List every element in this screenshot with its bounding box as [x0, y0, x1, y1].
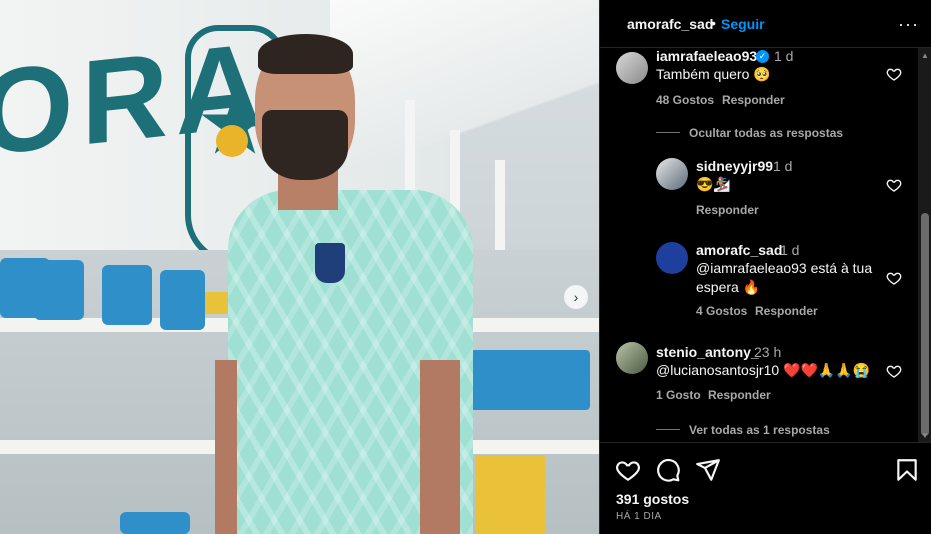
instagram-post-viewer: ORA › amorafc_sad • Seguir ··· iamrafael… — [0, 0, 931, 534]
next-image-button[interactable]: › — [564, 285, 588, 309]
comment-likes[interactable]: 48 Gostos — [656, 93, 714, 107]
stadium-seat — [34, 260, 84, 320]
post-actions-bar: 391 gostos HÁ 1 DIA — [600, 442, 931, 534]
scroll-down-arrow-icon[interactable]: ▼ — [921, 431, 929, 440]
post-header: amorafc_sad • Seguir ··· — [600, 0, 931, 48]
player-hair — [258, 34, 353, 74]
comment-likes[interactable]: 1 Gosto — [656, 388, 701, 402]
reply-button[interactable]: Responder — [755, 304, 818, 318]
comments-list[interactable]: iamrafaeleao93 ✓ 1 d Também quero 🥺 48 G… — [600, 48, 918, 442]
comment-text: @lucianosantosjr10 ❤️❤️🙏🙏😭 — [656, 362, 871, 378]
avatar[interactable] — [656, 242, 688, 274]
post-author-username[interactable]: amorafc_sad — [627, 16, 713, 32]
send-icon[interactable] — [695, 457, 721, 483]
comment-username[interactable]: amorafc_sad — [696, 242, 782, 258]
post-side-panel: amorafc_sad • Seguir ··· iamrafaeleao93 … — [599, 0, 931, 534]
likes-count[interactable]: 391 gostos — [616, 491, 689, 507]
stadium-seat — [160, 270, 205, 330]
comment-icon[interactable] — [655, 457, 681, 483]
comment-time: 1 d — [773, 158, 793, 174]
comment-username[interactable]: iamrafaeleao93 — [656, 48, 757, 64]
comment-text: @iamrafaeleao93 está à tua espera 🔥 — [696, 260, 873, 295]
view-replies-button[interactable]: Ver todas as 1 respostas — [689, 423, 830, 437]
reply-button[interactable]: Responder — [708, 388, 771, 402]
scroll-up-arrow-icon[interactable]: ▲ — [921, 51, 929, 60]
avatar[interactable] — [616, 342, 648, 374]
hide-replies-button[interactable]: Ocultar todas as respostas — [689, 126, 843, 140]
bookmark-icon[interactable] — [894, 457, 920, 483]
stadium-seat — [120, 512, 190, 534]
stadium-seat-row — [470, 350, 590, 410]
verified-check: ✓ — [758, 51, 767, 61]
reply-button[interactable]: Responder — [722, 93, 785, 107]
stadium-roof — [330, 0, 599, 200]
verified-badge-icon: ✓ — [756, 50, 769, 63]
comment-time: 23 h — [754, 344, 782, 360]
yellow-step — [475, 455, 545, 534]
heart-icon[interactable] — [886, 177, 902, 193]
crest-ball-shape — [216, 125, 248, 157]
comment-text: 😎🏂 — [696, 176, 731, 192]
shirt-badge — [315, 243, 345, 283]
comment-time: 1 d — [780, 242, 800, 258]
heart-icon[interactable] — [615, 457, 641, 483]
chevron-right-icon: › — [573, 289, 579, 305]
post-timestamp: HÁ 1 DIA — [616, 511, 662, 522]
reply-button[interactable]: Responder — [696, 203, 759, 217]
stadium-seat — [102, 265, 152, 325]
player-beard — [262, 110, 348, 180]
scrollbar-thumb[interactable] — [921, 213, 929, 436]
comment-likes[interactable]: 4 Gostos — [696, 304, 747, 318]
comment-time: 1 d — [774, 48, 794, 64]
avatar[interactable] — [656, 158, 688, 190]
heart-icon[interactable] — [886, 363, 902, 379]
comment-username[interactable]: sidneyyjr99 — [696, 158, 773, 174]
post-photo[interactable]: ORA › — [0, 0, 599, 534]
follow-button[interactable]: Seguir — [721, 16, 765, 32]
heart-icon[interactable] — [886, 66, 902, 82]
player-arm — [215, 360, 237, 534]
heart-icon[interactable] — [886, 270, 902, 286]
player-arm — [420, 360, 460, 534]
comment-text: Também quero 🥺 — [656, 66, 771, 82]
comment-username[interactable]: stenio_antony_ — [656, 344, 759, 360]
more-icon[interactable]: ··· — [898, 14, 919, 35]
replies-divider — [656, 429, 680, 430]
replies-divider — [656, 132, 680, 133]
avatar[interactable] — [616, 52, 648, 84]
header-separator: • — [711, 15, 716, 31]
